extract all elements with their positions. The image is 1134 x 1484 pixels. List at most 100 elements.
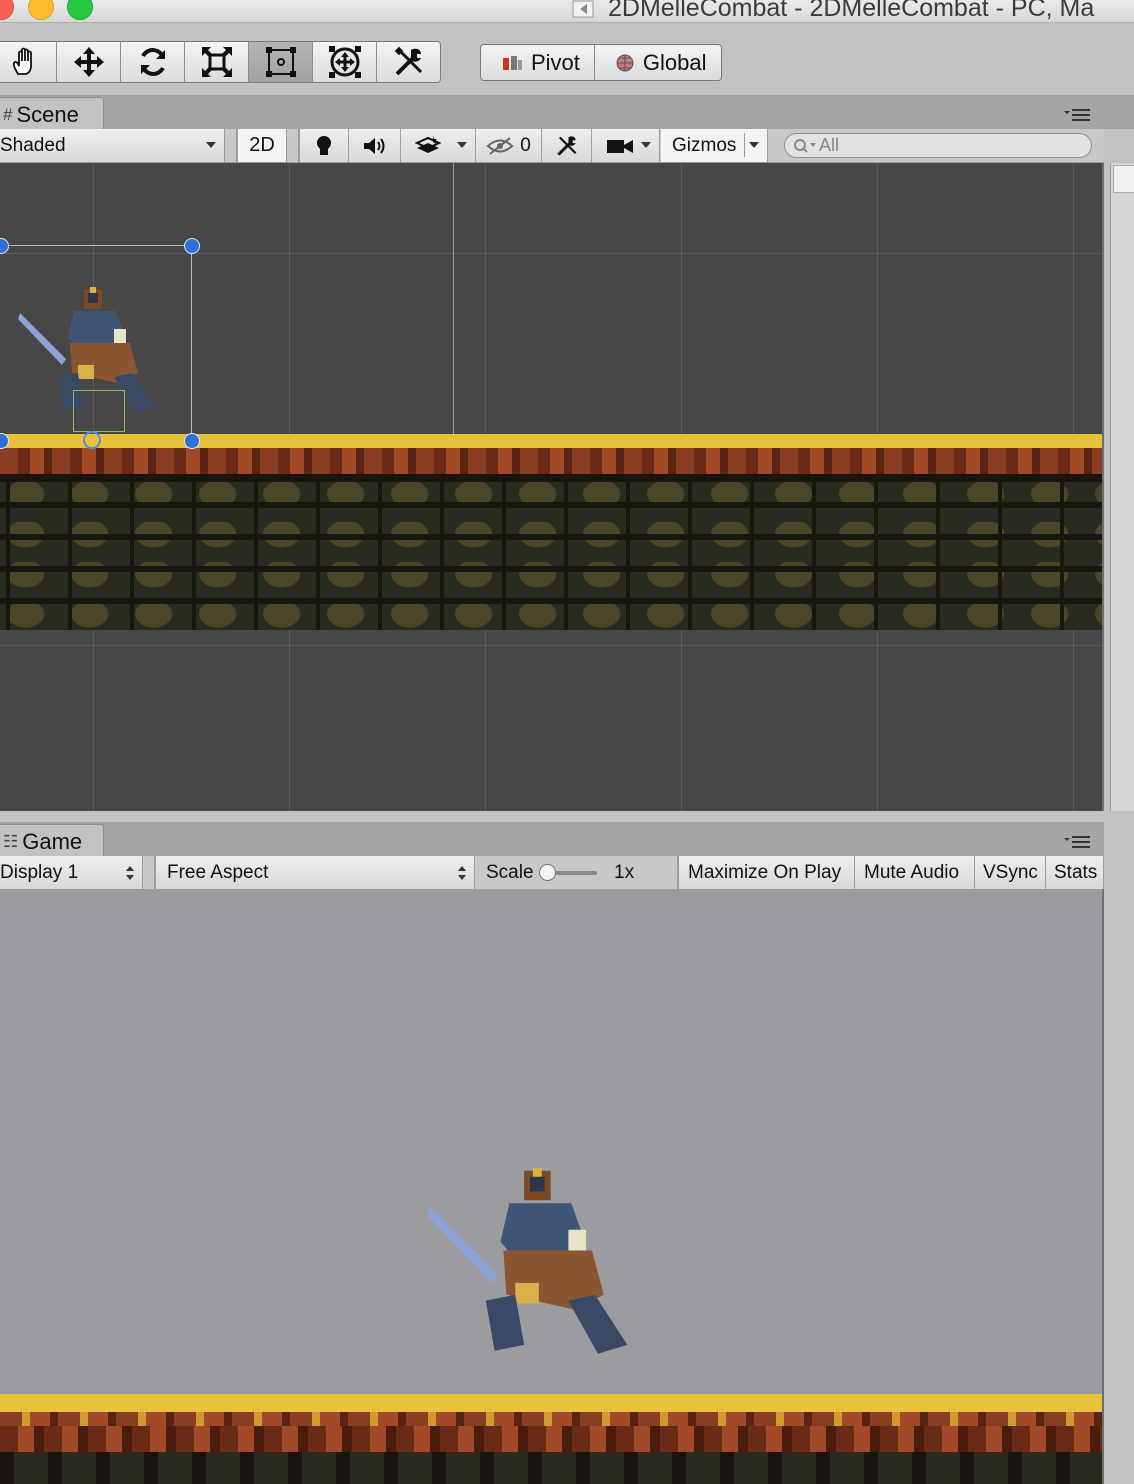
audio-toggle[interactable] bbox=[349, 129, 401, 162]
collider-gizmo bbox=[73, 390, 125, 432]
tab-scene[interactable]: # Scene bbox=[0, 97, 104, 131]
scene-hash-icon: # bbox=[3, 104, 13, 124]
updown-arrows-icon bbox=[458, 866, 466, 880]
search-placeholder: All bbox=[819, 135, 840, 155]
gizmos-dropdown[interactable]: Gizmos bbox=[661, 129, 768, 162]
rect-transform-icon bbox=[265, 47, 296, 77]
ground-dirt-band bbox=[0, 448, 1102, 474]
right-dock-strip bbox=[1104, 811, 1134, 889]
speaker-icon bbox=[363, 137, 384, 154]
lightbulb-icon bbox=[317, 135, 331, 155]
rotate-tool-button[interactable] bbox=[121, 42, 185, 82]
pivot-icon bbox=[501, 54, 523, 72]
game-tab-bar: ☷ Game bbox=[0, 822, 1104, 858]
right-dock-strip bbox=[1104, 889, 1134, 1484]
selection-rect-right bbox=[191, 245, 192, 441]
chevron-down-icon bbox=[641, 142, 651, 148]
updown-arrows-icon bbox=[126, 866, 134, 880]
ground-surface bbox=[0, 434, 1102, 448]
search-icon bbox=[794, 138, 816, 153]
scene-tab-label: Scene bbox=[16, 101, 79, 127]
hidden-eye-icon bbox=[486, 136, 514, 155]
layers-effects-icon bbox=[415, 135, 441, 153]
unity-doc-icon bbox=[572, 0, 594, 18]
rect-tool-button[interactable] bbox=[249, 42, 313, 82]
stats-label: Stats bbox=[1054, 861, 1098, 883]
close-window-button[interactable] bbox=[0, 0, 14, 20]
aspect-label: Free Aspect bbox=[167, 861, 269, 883]
pivot-handle[interactable] bbox=[83, 431, 101, 449]
maximize-on-play-toggle[interactable]: Maximize On Play bbox=[678, 856, 855, 889]
ground-dirt-band bbox=[0, 1412, 1102, 1426]
chevron-down-icon bbox=[457, 142, 467, 148]
scale-tool-button[interactable] bbox=[185, 42, 249, 82]
scene-toolbar: Shaded 2D 0 Gizmos All bbox=[0, 129, 1104, 163]
scale-label: Scale bbox=[486, 861, 534, 883]
scrollbar-thumb[interactable] bbox=[1113, 165, 1134, 193]
game-pad-icon: ☷ bbox=[3, 831, 19, 851]
separator bbox=[744, 133, 745, 157]
scale-slider-thumb[interactable] bbox=[539, 864, 556, 881]
hand-icon bbox=[12, 47, 32, 75]
mute-audio-toggle[interactable]: Mute Audio bbox=[855, 856, 975, 889]
scale-value: 1x bbox=[614, 861, 635, 883]
right-dock-strip bbox=[1104, 95, 1134, 131]
display-dropdown[interactable]: Display 1 bbox=[0, 856, 143, 889]
global-label: Global bbox=[642, 49, 707, 75]
gizmos-label: Gizmos bbox=[672, 134, 737, 156]
scene-right-edge bbox=[1102, 163, 1104, 811]
pivot-toggle-button[interactable]: Pivot bbox=[481, 45, 595, 80]
separator bbox=[143, 856, 155, 889]
transform-tool-button[interactable] bbox=[313, 42, 377, 82]
ground-shadow-band bbox=[0, 474, 1102, 482]
stats-toggle[interactable]: Stats bbox=[1046, 856, 1104, 889]
mode-2d-label: 2D bbox=[249, 134, 275, 156]
game-toolbar: Display 1 Free Aspect Scale 1x Maximize … bbox=[0, 856, 1104, 890]
minimize-window-button[interactable] bbox=[28, 0, 54, 20]
effects-dropdown[interactable] bbox=[401, 129, 476, 162]
window-title-bar: 2DMelleCombat - 2DMelleCombat - PC, Ma bbox=[0, 0, 1134, 23]
camera-dropdown[interactable] bbox=[592, 129, 660, 162]
zoom-window-button[interactable] bbox=[67, 0, 93, 20]
ground-brick-band bbox=[0, 1426, 1102, 1452]
ground-surface bbox=[0, 1394, 1102, 1412]
resize-handle-top-right[interactable] bbox=[184, 238, 200, 254]
resize-handle-top-left[interactable] bbox=[0, 238, 9, 254]
tab-game[interactable]: ☷ Game bbox=[0, 824, 104, 858]
aspect-dropdown[interactable]: Free Aspect bbox=[155, 856, 475, 889]
stone-wall bbox=[0, 482, 1102, 630]
tools-icon bbox=[556, 135, 576, 156]
scene-tools-toggle[interactable] bbox=[542, 129, 592, 162]
move-tool-button[interactable] bbox=[57, 42, 121, 82]
inspector-scrollbar[interactable] bbox=[1110, 163, 1134, 811]
camera-icon bbox=[607, 139, 633, 153]
scene-visibility-toggle[interactable]: 0 bbox=[476, 129, 542, 162]
chevron-down-icon bbox=[206, 142, 216, 148]
global-toggle-button[interactable]: Global bbox=[594, 45, 721, 80]
resize-handle-bottom-right[interactable] bbox=[184, 433, 200, 449]
scale-icon bbox=[201, 47, 232, 77]
panel-menu-icon[interactable] bbox=[1064, 108, 1092, 122]
custom-tool-button[interactable] bbox=[377, 42, 440, 82]
display-label: Display 1 bbox=[0, 861, 79, 883]
lighting-toggle[interactable] bbox=[299, 129, 349, 162]
rotate-icon bbox=[140, 48, 165, 76]
transform-icon bbox=[328, 46, 361, 78]
separator bbox=[225, 129, 237, 162]
game-viewport[interactable] bbox=[0, 889, 1102, 1484]
move-icon bbox=[73, 47, 104, 77]
mode-2d-toggle[interactable]: 2D bbox=[237, 129, 287, 162]
stone-wall bbox=[0, 1452, 1102, 1484]
maximize-label: Maximize On Play bbox=[688, 861, 842, 883]
custom-tools-icon bbox=[394, 46, 422, 76]
scene-search-input[interactable]: All bbox=[784, 133, 1092, 158]
shading-mode-dropdown[interactable]: Shaded bbox=[0, 129, 225, 162]
vsync-toggle[interactable]: VSync bbox=[975, 856, 1046, 889]
shading-mode-label: Shaded bbox=[0, 134, 66, 156]
mute-label: Mute Audio bbox=[864, 861, 960, 883]
scene-viewport[interactable] bbox=[0, 163, 1102, 811]
player-character-sprite bbox=[426, 1167, 628, 1354]
hand-tool-button[interactable] bbox=[0, 42, 57, 82]
panel-menu-icon[interactable] bbox=[1064, 835, 1092, 849]
vsync-label: VSync bbox=[983, 861, 1038, 883]
